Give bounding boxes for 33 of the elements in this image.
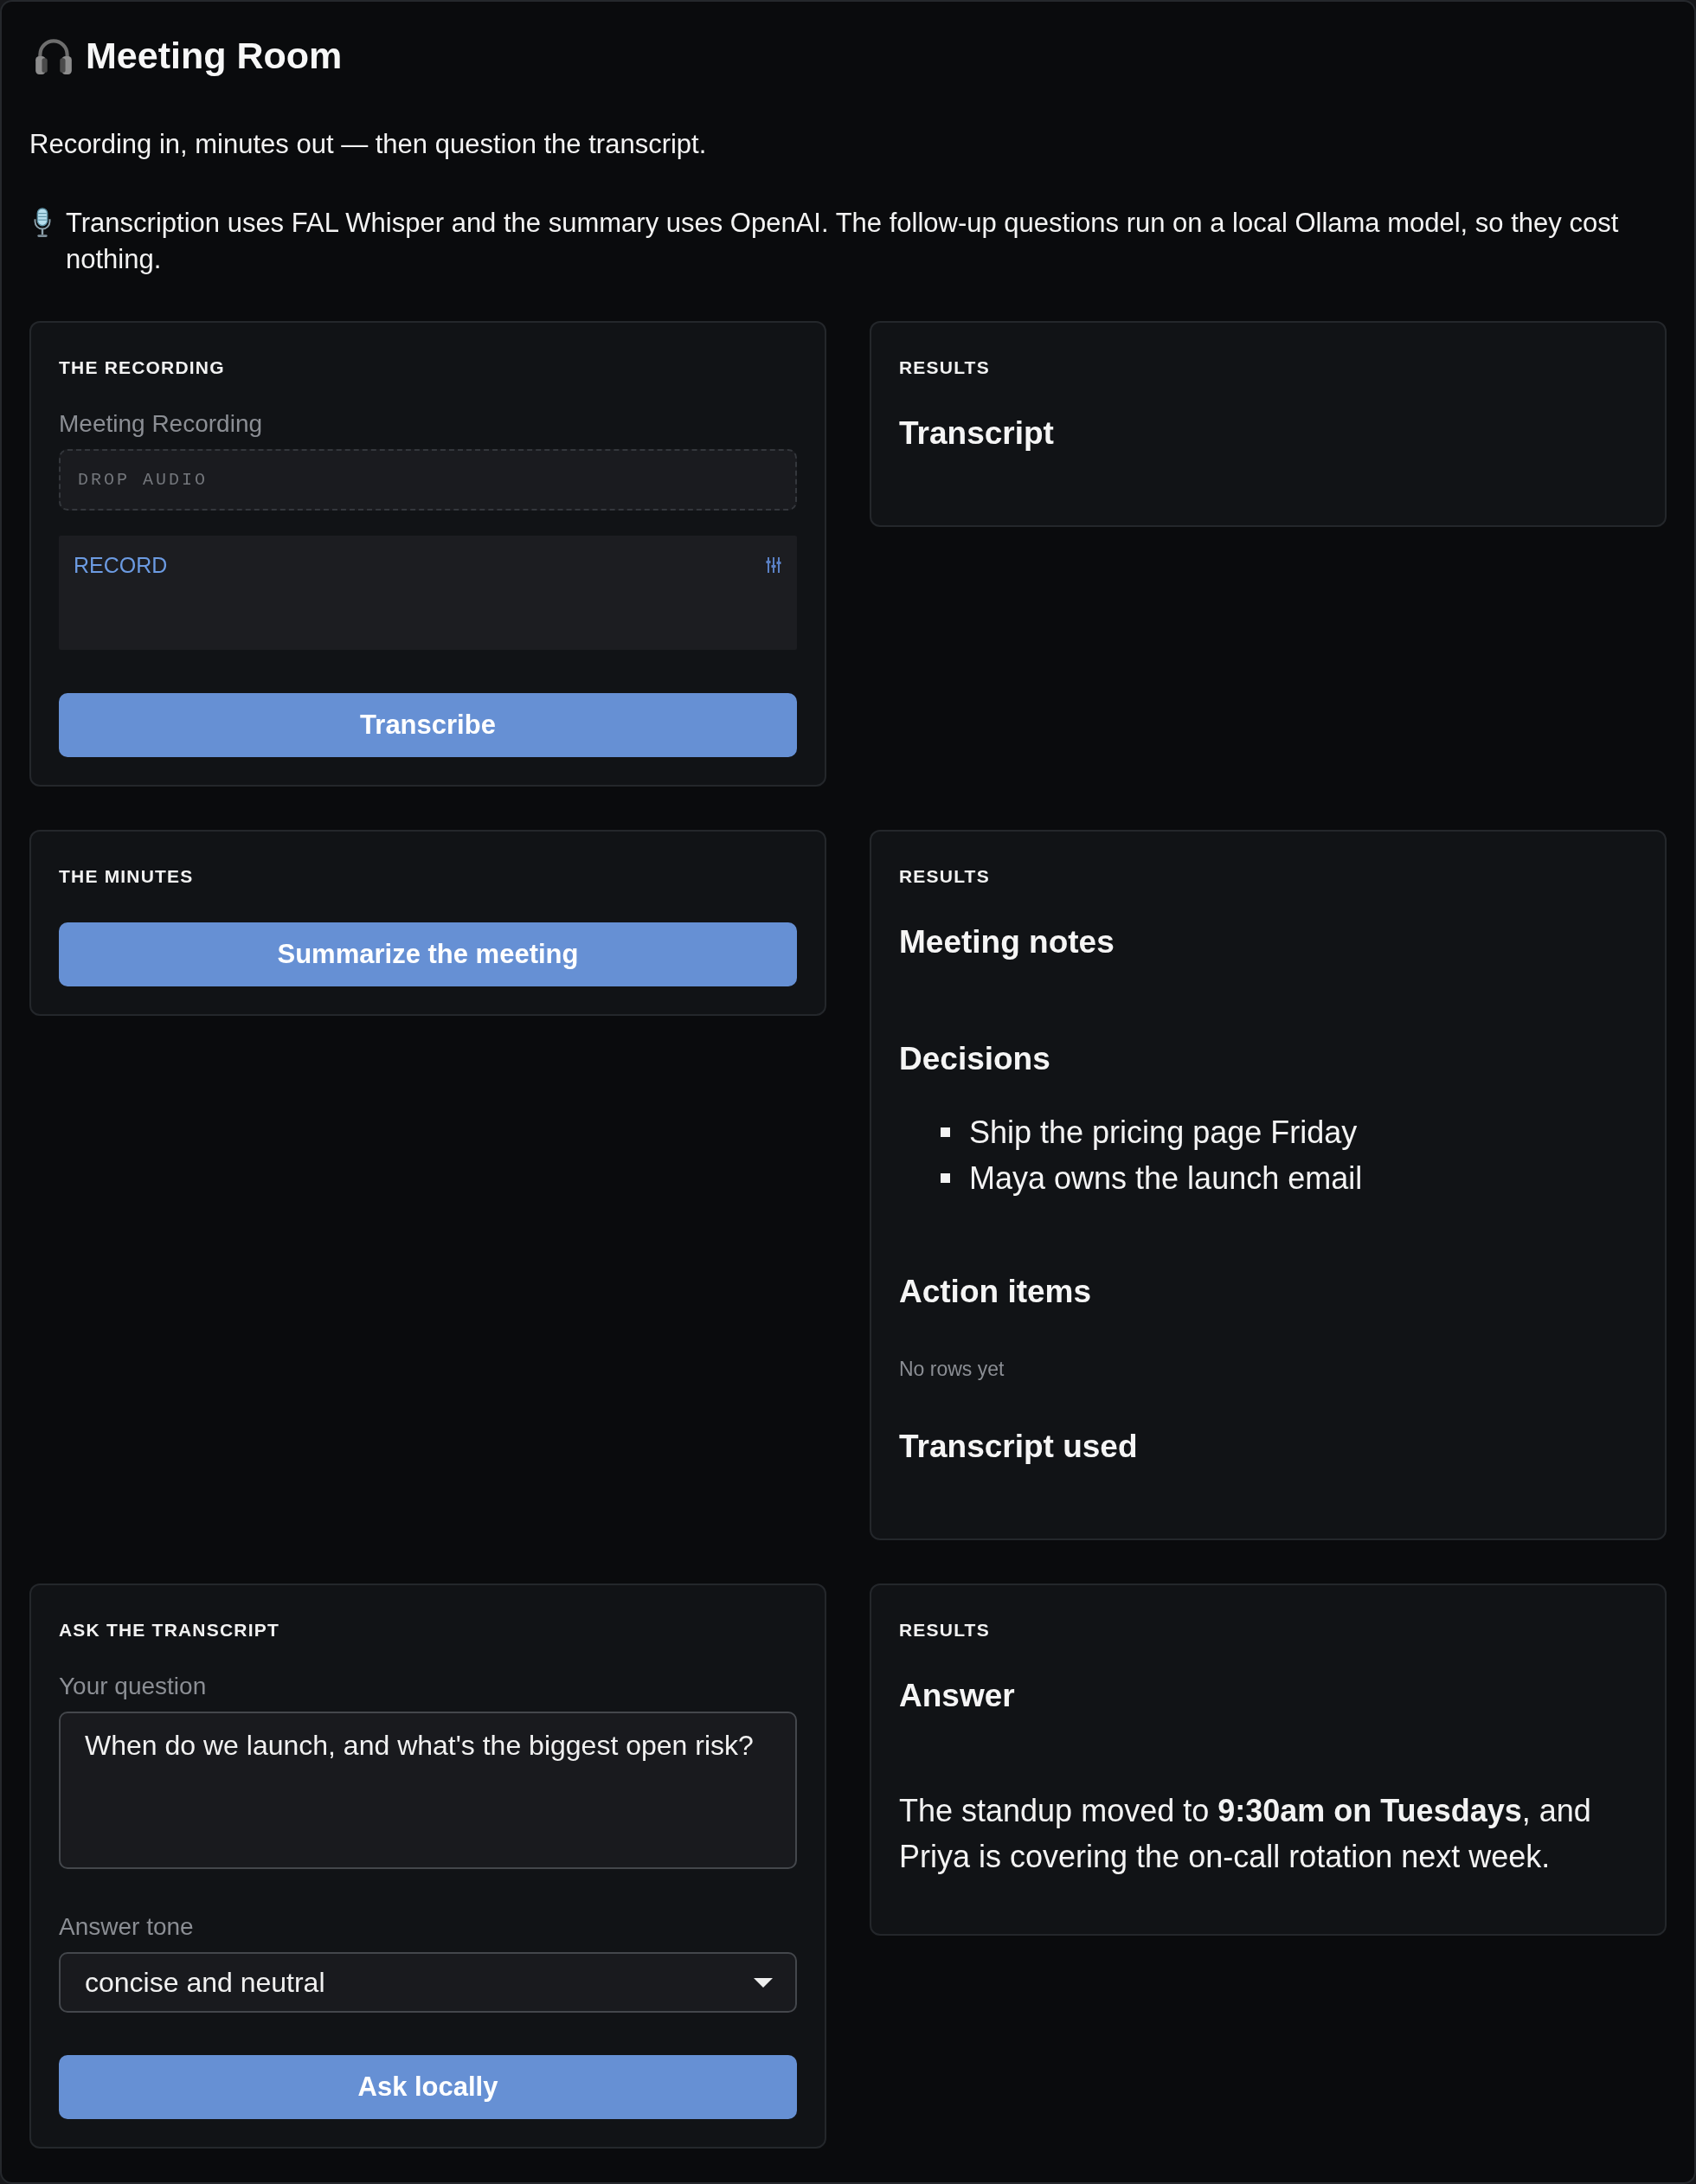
field-label: Meeting Recording — [59, 409, 264, 439]
section-heading: Action items — [899, 1273, 1093, 1311]
section-heading: Transcript — [899, 414, 1055, 453]
section-heading: Decisions — [899, 1040, 1051, 1078]
section-heading: Answer — [899, 1677, 1016, 1715]
card-heading: RESULTS — [899, 1619, 991, 1641]
question-field[interactable]: When do we launch, and what's the biggest open risk? — [59, 1712, 797, 1869]
action-button[interactable]: Transcribe — [59, 693, 797, 757]
caret-icon — [754, 1977, 773, 1988]
field-label: Answer tone — [59, 1912, 195, 1942]
app-title: Meeting Room — [86, 34, 343, 78]
field-label: Your question — [59, 1672, 208, 1701]
list-item: Ship the pricing page Friday — [969, 1114, 1358, 1152]
section-heading: Meeting notes — [899, 923, 1115, 961]
action-button[interactable]: Summarize the meeting — [59, 922, 797, 986]
sliders-icon[interactable] — [766, 557, 781, 573]
info-note: Transcription uses FAL Whisper and the summary uses OpenAI. The follow-up questions run on a local Ollama model, so they cost nothing. — [66, 207, 1620, 276]
bullet-icon — [941, 1127, 950, 1137]
answer-text: The standup moved to 9:30am on Tuesdays, and Priya is covering the on-call rotation next week. — [899, 1792, 1592, 1876]
tagline-text: Recording in, minutes out — then question the transcript. — [29, 128, 708, 161]
card-heading: RESULTS — [899, 865, 991, 888]
card-heading: ASK THE TRANSCRIPT — [59, 1619, 280, 1641]
card-heading: THE RECORDING — [59, 357, 226, 379]
drop-zone[interactable]: DROP AUDIO — [59, 449, 797, 511]
bullet-icon — [941, 1173, 950, 1183]
record-button[interactable]: RECORD — [74, 550, 168, 580]
section-heading: Transcript used — [899, 1428, 1139, 1466]
card-heading: RESULTS — [899, 357, 991, 379]
tone-dropdown[interactable]: concise and neutral — [59, 1952, 797, 2013]
action-button[interactable]: Ask locally — [59, 2055, 797, 2119]
card-heading: THE MINUTES — [59, 865, 195, 888]
list-item: Maya owns the launch email — [969, 1159, 1363, 1198]
empty-state-text: No rows yet — [899, 1358, 1005, 1380]
